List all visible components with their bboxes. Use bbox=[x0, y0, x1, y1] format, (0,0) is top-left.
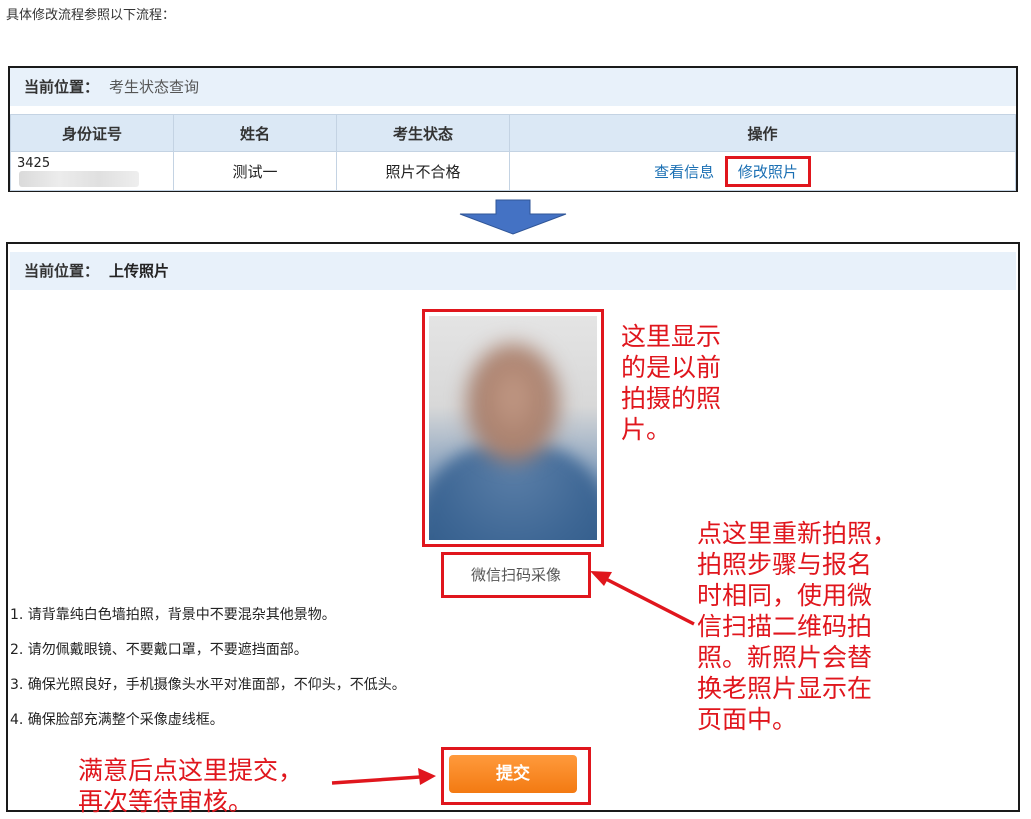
rule-item: 4. 确保脸部充满整个采像虚线框。 bbox=[10, 712, 224, 728]
cell-name: 测试一 bbox=[173, 151, 337, 191]
breadcrumb-current: 上传照片 bbox=[109, 262, 170, 280]
candidate-table: 身份证号 姓名 考生状态 操作 3425 测试一 照片不合格 查看信息 修改照片 bbox=[10, 114, 1016, 191]
photo-face-blur bbox=[467, 344, 559, 462]
arrow-right-icon bbox=[331, 768, 436, 785]
breadcrumb-current: 考生状态查询 bbox=[109, 78, 200, 96]
breadcrumb-label: 当前位置： bbox=[24, 262, 100, 280]
annotation-line: 点这里重新拍照， bbox=[697, 519, 898, 548]
previous-photo bbox=[429, 316, 597, 540]
intro-text: 具体修改流程参照以下流程： bbox=[6, 8, 176, 23]
table-header-row: 身份证号 姓名 考生状态 操作 bbox=[10, 114, 1016, 152]
annotation-line: 拍照步骤与报名 bbox=[697, 550, 873, 579]
col-header-id: 身份证号 bbox=[10, 114, 174, 152]
breadcrumb: 当前位置： 上传照片 bbox=[10, 252, 1016, 290]
rule-item: 2. 请勿佩戴眼镜、不要戴口罩，不要遮挡面部。 bbox=[10, 642, 308, 658]
wechat-scan-button[interactable]: 微信扫码采像 bbox=[446, 557, 586, 593]
redacted-id bbox=[19, 170, 139, 187]
edit-photo-highlight: 修改照片 bbox=[724, 155, 811, 187]
annotation-line: 拍摄的照 bbox=[621, 384, 722, 413]
annotation-line: 的是以前 bbox=[621, 353, 722, 382]
arrow-left-icon bbox=[590, 571, 695, 626]
annotation-line: 再次等待审核。 bbox=[78, 787, 254, 816]
table-row: 3425 测试一 照片不合格 查看信息 修改照片 bbox=[10, 151, 1016, 191]
breadcrumb-label: 当前位置： bbox=[24, 78, 100, 96]
col-header-name: 姓名 bbox=[173, 114, 337, 152]
annotation-line: 片。 bbox=[621, 415, 672, 444]
annotation-line: 满意后点这里提交， bbox=[78, 756, 304, 785]
cell-status: 照片不合格 bbox=[336, 151, 510, 191]
submit-annotation: 满意后点这里提交， 再次等待审核。 bbox=[78, 755, 303, 817]
cell-actions: 查看信息 修改照片 bbox=[509, 151, 1016, 191]
annotation-line: 信扫描二维码拍 bbox=[697, 612, 873, 641]
breadcrumb: 当前位置： 考生状态查询 bbox=[10, 68, 1016, 106]
col-header-actions: 操作 bbox=[509, 114, 1016, 152]
annotation-line: 这里显示 bbox=[621, 322, 722, 351]
photo-annotation: 这里显示 的是以前 拍摄的照 片。 bbox=[621, 321, 721, 445]
edit-photo-link[interactable]: 修改照片 bbox=[738, 163, 798, 181]
submit-button[interactable]: 提交 bbox=[449, 755, 577, 793]
rule-item: 1. 请背靠纯白色墙拍照，背景中不要混杂其他景物。 bbox=[10, 607, 336, 623]
col-header-status: 考生状态 bbox=[336, 114, 510, 152]
view-info-link[interactable]: 查看信息 bbox=[654, 163, 714, 181]
rule-item: 3. 确保光照良好，手机摄像头水平对准面部，不仰头，不低头。 bbox=[10, 677, 406, 693]
annotation-line: 照。新照片会替 bbox=[697, 643, 873, 672]
arrow-down-icon bbox=[459, 199, 567, 235]
annotation-line: 时相同，使用微 bbox=[697, 581, 873, 610]
wechat-annotation: 点这里重新拍照， 拍照步骤与报名 时相同，使用微 信扫描二维码拍 照。新照片会替… bbox=[697, 518, 897, 735]
cell-id-number: 3425 bbox=[10, 151, 174, 191]
annotation-line: 页面中。 bbox=[697, 705, 798, 734]
id-prefix: 3425 bbox=[17, 155, 51, 171]
annotation-line: 换老照片显示在 bbox=[697, 674, 873, 703]
